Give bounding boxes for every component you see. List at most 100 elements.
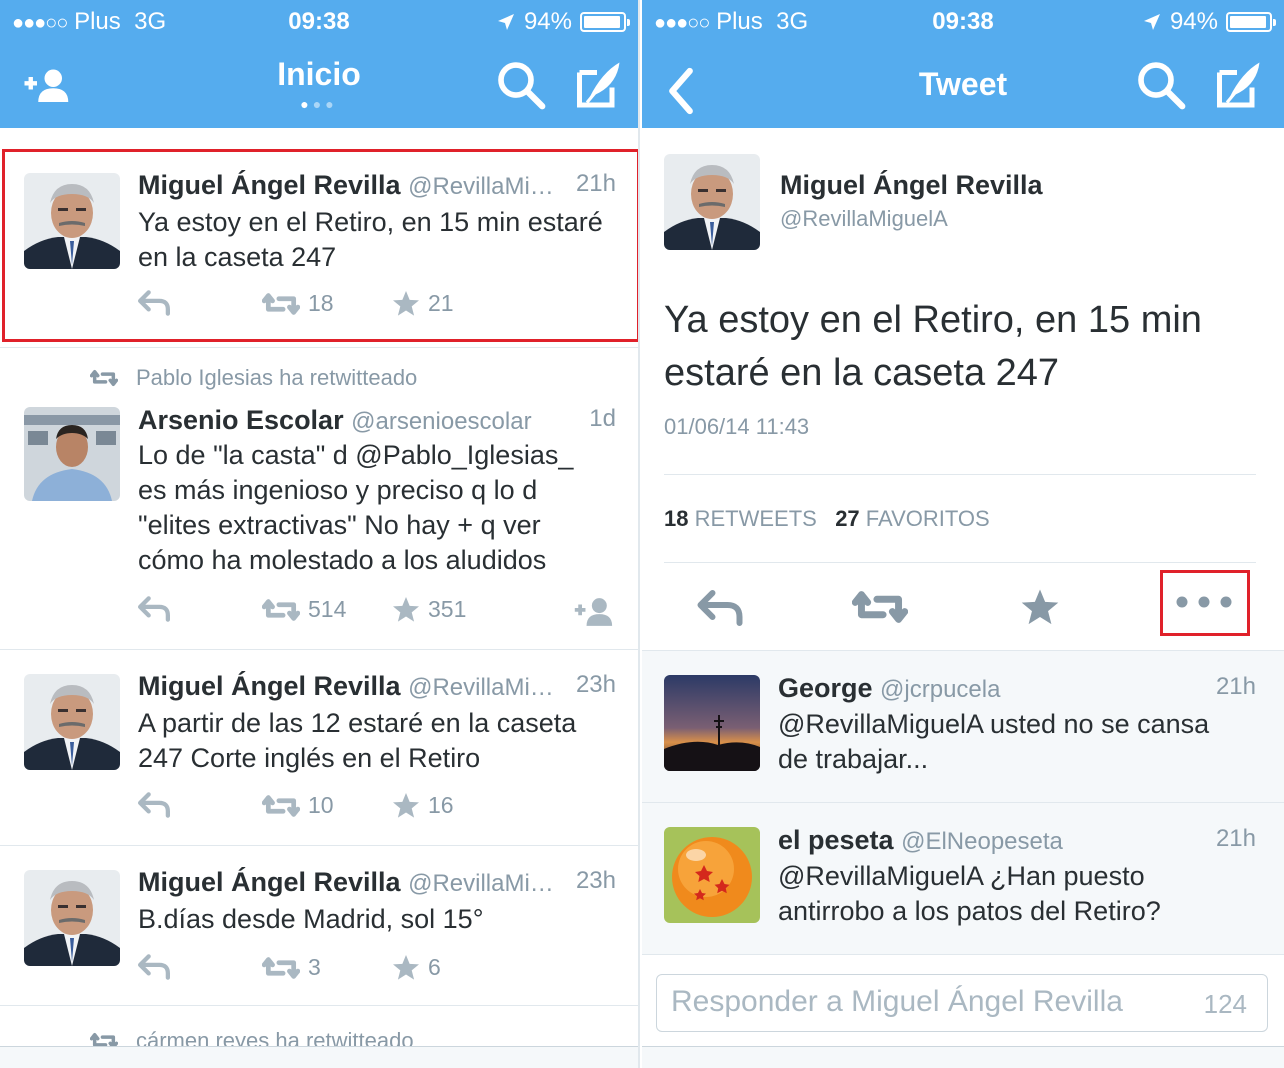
tweet-author-name[interactable]: Miguel Ángel Revilla: [138, 867, 401, 897]
favorites-count: 27: [835, 506, 860, 531]
compose-icon[interactable]: [572, 60, 622, 110]
status-bar: ●●●○○ Plus 3G 09:38 94%: [642, 6, 1284, 36]
reply-time: 21h: [1205, 673, 1256, 701]
reply-text: @RevillaMiguelA usted no se cansa de tra…: [778, 709, 1210, 774]
reply-button[interactable]: [138, 954, 170, 980]
tweet-timestamp: 01/06/14 11:43: [664, 414, 810, 439]
favorite-button[interactable]: 16: [392, 792, 454, 819]
character-counter: 124: [1203, 989, 1247, 1019]
retweet-icon: [262, 598, 300, 622]
highlight-box: [2, 149, 638, 342]
reply-author-handle[interactable]: @jcrpucela: [880, 676, 1000, 703]
favorite-button[interactable]: 6: [392, 954, 441, 981]
add-user-icon: [572, 596, 615, 628]
search-icon[interactable]: [1136, 60, 1186, 110]
retweet-count: 10: [308, 792, 334, 818]
nav-bar: ●●●○○ Plus 3G 09:38 94% Tweet: [642, 0, 1284, 128]
battery-level: [584, 16, 620, 28]
retweet-button[interactable]: 10: [262, 792, 334, 819]
tweet-stats: 18 RETWEETS 27 FAVORITOS: [664, 506, 990, 532]
timeline-tweet[interactable]: Pablo Iglesias ha retwitteado Arsenio Es…: [0, 348, 638, 650]
follow-button[interactable]: [572, 596, 616, 628]
retweet-button[interactable]: 3: [262, 954, 321, 981]
favorites-stat[interactable]: 27 FAVORITOS: [835, 506, 990, 531]
tweet-time: 1d: [579, 405, 616, 433]
highlight-box: [1160, 570, 1250, 636]
battery-percent: 94%: [523, 8, 572, 35]
reply-author-name[interactable]: el peseta: [778, 825, 894, 855]
reply-author-handle[interactable]: @ElNeopeseta: [901, 828, 1063, 855]
status-bar: ●●●○○ Plus 3G 09:38 94%: [0, 6, 638, 36]
reply-author-name[interactable]: George: [778, 673, 873, 703]
author-name[interactable]: Miguel Ángel Revilla: [780, 170, 1043, 201]
page-title: Tweet: [918, 66, 1008, 102]
retweet-count: 514: [308, 596, 347, 622]
nav-bar: ●●●○○ Plus 3G 09:38 94% Inicio ●●●: [0, 0, 638, 128]
retweet-icon: [262, 794, 300, 818]
favorite-count: 16: [428, 792, 454, 818]
tab-bar[interactable]: [642, 1046, 1284, 1068]
tweet-author-handle[interactable]: @RevillaMi…: [408, 870, 554, 897]
timeline-screen: ●●●○○ Plus 3G 09:38 94% Inicio ●●● Migue…: [0, 0, 640, 1068]
retweeted-by-note: Pablo Iglesias ha retwitteado: [90, 365, 417, 391]
avatar[interactable]: [664, 827, 760, 923]
retweet-icon: [262, 956, 300, 980]
tweet-author-name[interactable]: Miguel Ángel Revilla: [138, 671, 401, 701]
avatar[interactable]: [24, 674, 120, 770]
tweet-text: Ya estoy en el Retiro, en 15 min estaré …: [664, 299, 1202, 394]
tweet-text: A partir de las 12 estaré en la caseta 2…: [138, 708, 577, 773]
reply-icon: [138, 954, 170, 980]
search-icon[interactable]: [496, 60, 546, 110]
retweet-count: 3: [308, 954, 321, 980]
timeline-tweet[interactable]: Miguel Ángel Revilla @RevillaMi… 23h A p…: [0, 650, 638, 846]
reply-icon: [138, 792, 170, 818]
favorite-button[interactable]: 351: [392, 596, 466, 623]
compose-icon[interactable]: [1212, 60, 1262, 110]
reply-icon[interactable]: [696, 590, 744, 626]
author-avatar[interactable]: [664, 154, 760, 250]
reply-button[interactable]: [138, 792, 170, 818]
location-arrow-icon: [1143, 14, 1160, 30]
favorites-label: FAVORITOS: [865, 506, 990, 531]
tab-bar[interactable]: [0, 1046, 638, 1068]
reply-icon: [138, 596, 170, 622]
battery-level: [1230, 16, 1266, 28]
reply-tweet[interactable]: el peseta @ElNeopeseta 21h @RevillaMigue…: [642, 803, 1284, 955]
tweet-author-handle[interactable]: @arsenioescolar: [351, 408, 531, 435]
author-handle[interactable]: @RevillaMiguelA: [780, 206, 948, 232]
reply-time: 21h: [1205, 825, 1256, 853]
favorite-count: 351: [428, 596, 467, 622]
avatar[interactable]: [24, 407, 120, 501]
reply-text: @RevillaMiguelA ¿Han puesto antirrobo a …: [778, 861, 1161, 926]
timeline-tweet[interactable]: Miguel Ángel Revilla @RevillaMi… 23h B.d…: [0, 846, 638, 1006]
retweets-stat[interactable]: 18 RETWEETS: [664, 506, 817, 531]
retweet-icon[interactable]: [852, 590, 908, 624]
tweet-time: 23h: [565, 671, 616, 699]
reply-tweet[interactable]: George @jcrpucela 21h @RevillaMiguelA us…: [642, 651, 1284, 803]
star-icon[interactable]: [1020, 588, 1060, 626]
reply-input[interactable]: Responder a Miguel Ángel Revilla 124: [656, 974, 1268, 1032]
retweets-label: RETWEETS: [694, 506, 817, 531]
tweet-detail-screen: ●●●○○ Plus 3G 09:38 94% Tweet Miguel Áng…: [642, 0, 1284, 1068]
reply-input-placeholder: Responder a Miguel Ángel Revilla: [671, 985, 1123, 1018]
tweet-author-handle[interactable]: @RevillaMi…: [408, 674, 554, 701]
avatar[interactable]: [664, 675, 760, 771]
retweet-icon: [90, 370, 118, 386]
star-icon: [393, 597, 419, 622]
tweet-text: Lo de "la casta" d @Pablo_Iglesias_ es m…: [138, 440, 574, 575]
avatar[interactable]: [24, 870, 120, 966]
star-icon: [393, 793, 419, 818]
retweets-count: 18: [664, 506, 689, 531]
star-icon: [393, 955, 419, 980]
location-arrow-icon: [497, 14, 514, 30]
tweet-author-name[interactable]: Arsenio Escolar: [138, 405, 344, 435]
battery-percent: 94%: [1169, 8, 1218, 35]
battery-icon: [1226, 12, 1276, 32]
retweeted-by-label: Pablo Iglesias ha retwitteado: [136, 365, 418, 390]
favorite-count: 6: [428, 954, 441, 980]
reply-button[interactable]: [138, 596, 170, 622]
tweet-time: 23h: [565, 867, 616, 895]
tweet-text: B.días desde Madrid, sol 15°: [138, 904, 484, 934]
battery-icon: [580, 12, 630, 32]
retweet-button[interactable]: 514: [262, 596, 346, 623]
